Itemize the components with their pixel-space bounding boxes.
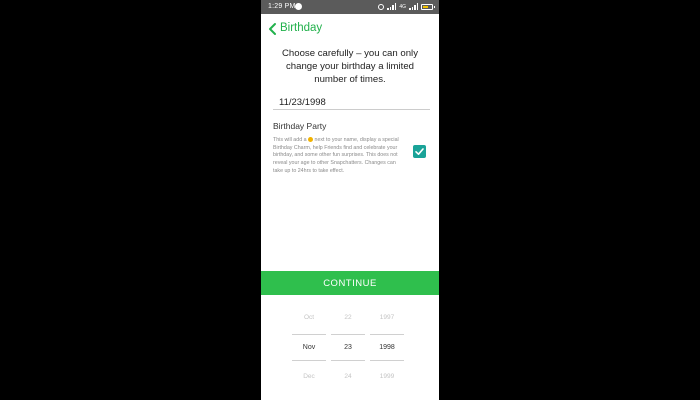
month-picker[interactable]: Oct Nov Dec (292, 305, 326, 400)
continue-button[interactable]: CONTINUE (261, 271, 439, 295)
picker-divider (370, 360, 404, 361)
phone-screen: 1:29 PM 4G Birthday Choose carefully – y… (261, 0, 439, 400)
date-picker: Oct Nov Dec 22 23 24 1997 1998 1999 (261, 305, 439, 400)
picker-selected-day: 23 (344, 344, 352, 351)
header: Birthday (261, 18, 439, 40)
picker-option: 1999 (379, 373, 395, 380)
birthday-input[interactable] (273, 96, 430, 110)
status-icons: 4G (378, 3, 435, 10)
birthday-party-checkbox[interactable] (413, 145, 426, 158)
year-picker[interactable]: 1997 1998 1999 (370, 305, 404, 400)
page-title: Birthday (280, 22, 323, 34)
picker-divider (331, 360, 365, 361)
birthday-party-description: This will add a next to your name, displ… (273, 137, 399, 174)
wifi-signal-icon (387, 3, 397, 10)
network-type-label: 4G (399, 3, 406, 10)
picker-option: Oct (303, 314, 315, 321)
picker-option: 22 (344, 314, 352, 321)
picker-selected-year: 1998 (379, 344, 395, 351)
checkmark-icon (415, 148, 424, 155)
intro-text: Choose carefully – you can only change y… (282, 48, 418, 85)
status-time: 1:29 PM (268, 3, 296, 10)
picker-divider (292, 334, 326, 335)
notification-icon (295, 3, 302, 10)
battery-icon (421, 3, 435, 10)
cell-signal-icon (409, 3, 418, 10)
birthday-party-title: Birthday Party (273, 121, 327, 131)
picker-divider (331, 334, 365, 335)
chevron-left-icon[interactable] (267, 22, 278, 36)
picker-selected-month: Nov (302, 344, 316, 351)
picker-divider (370, 334, 404, 335)
alarm-icon (378, 3, 385, 10)
picker-option: Dec (303, 373, 315, 380)
day-picker[interactable]: 22 23 24 (331, 305, 365, 400)
picker-option: 1997 (379, 314, 395, 321)
picker-divider (292, 360, 326, 361)
picker-option: 24 (344, 373, 352, 380)
status-bar: 1:29 PM 4G (261, 0, 439, 14)
